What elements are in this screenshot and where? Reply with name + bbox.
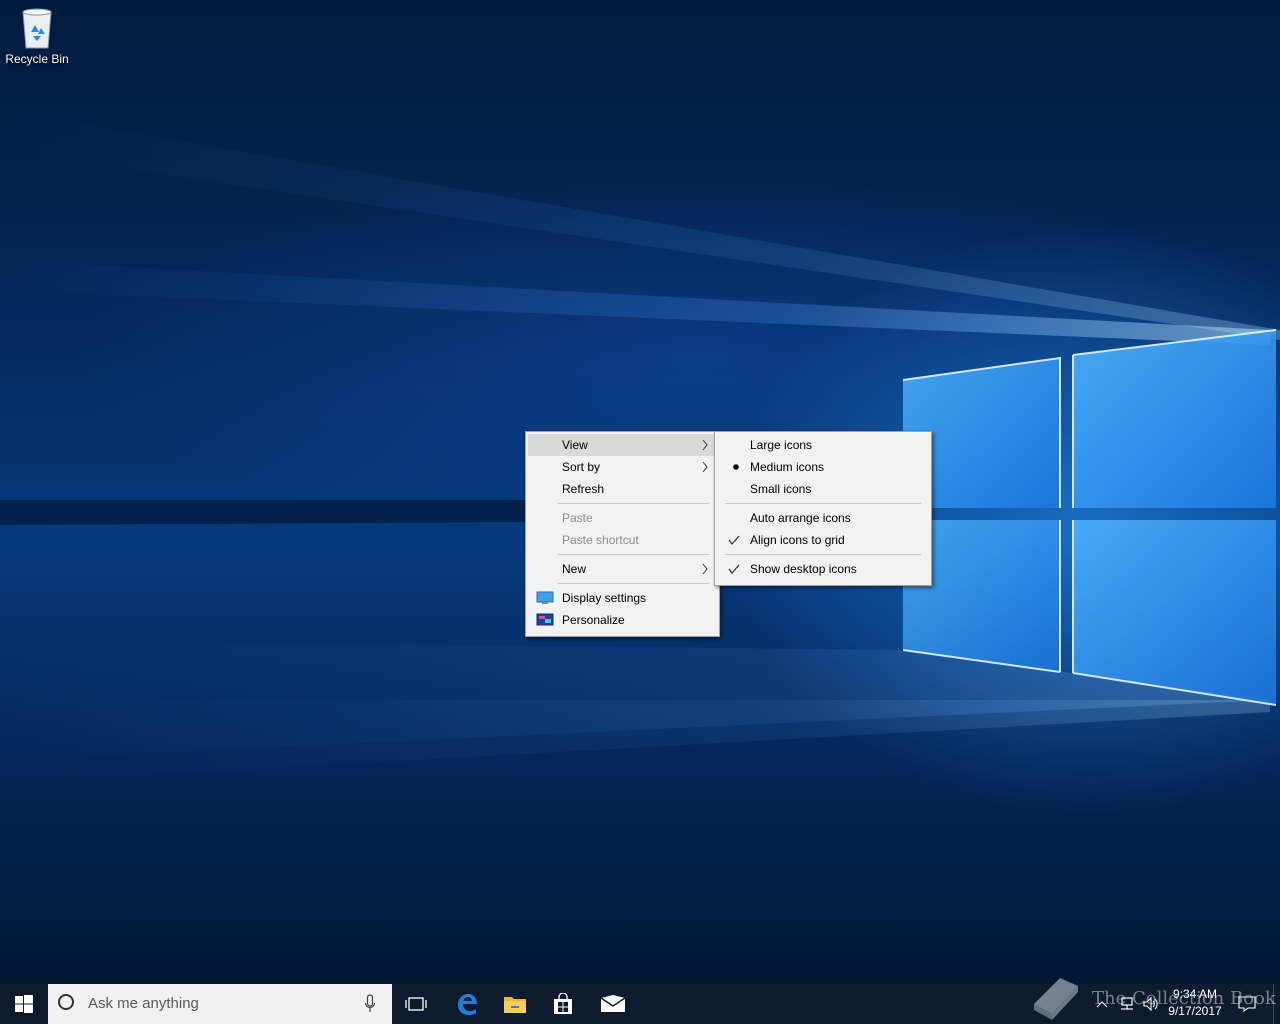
show-hidden-icons-button[interactable] <box>1092 984 1112 1024</box>
menu-item-medium-icons[interactable]: Medium icons <box>717 456 929 478</box>
menu-item-label: Refresh <box>562 482 605 496</box>
menu-separator <box>558 554 709 555</box>
menu-separator <box>558 583 709 584</box>
menu-item-view[interactable]: View <box>528 434 717 456</box>
recycle-bin-icon <box>22 8 52 49</box>
desktop-context-menu: View Sort by Refresh Paste Paste shortcu… <box>525 431 720 637</box>
windows-logo-icon <box>15 995 33 1013</box>
network-icon <box>1121 997 1133 1010</box>
menu-item-label: New <box>562 562 587 576</box>
task-view-button[interactable] <box>392 984 440 1024</box>
menu-item-label: Sort by <box>562 460 601 474</box>
chevron-right-icon <box>702 439 708 451</box>
menu-item-label: Small icons <box>750 482 812 496</box>
menu-item-label: Display settings <box>562 591 647 605</box>
menu-item-label: Align icons to grid <box>750 533 845 547</box>
clock-date: 9/17/2017 <box>1168 1004 1222 1018</box>
menu-item-label: Personalize <box>562 613 625 627</box>
show-desktop-button[interactable] <box>1273 984 1280 1024</box>
mail-taskbar-button[interactable] <box>589 984 637 1024</box>
menu-item-new[interactable]: New <box>528 558 717 580</box>
menu-item-show-desktop-icons[interactable]: Show desktop icons <box>717 558 929 580</box>
personalize-icon <box>536 613 554 626</box>
menu-item-personalize[interactable]: Personalize <box>528 609 717 631</box>
desktop-icon-label: Recycle Bin <box>5 52 69 66</box>
mail-icon <box>600 995 626 1012</box>
taskbar: Ask me anything 9:34 AM 9/17/2017 <box>0 984 1280 1024</box>
menu-separator <box>725 554 921 555</box>
network-tray-button[interactable] <box>1116 984 1138 1024</box>
menu-item-label: Paste <box>562 511 593 525</box>
chevron-right-icon <box>702 461 708 473</box>
menu-item-sort-by[interactable]: Sort by <box>528 456 717 478</box>
checkmark-icon <box>728 535 740 546</box>
menu-separator <box>558 503 709 504</box>
view-submenu: Large icons Medium icons Small icons Aut… <box>714 431 932 586</box>
edge-icon <box>458 994 477 1015</box>
menu-item-paste: Paste <box>528 507 717 529</box>
desktop[interactable]: Recycle Bin View Sort by Refresh Paste P… <box>0 0 1280 984</box>
cortana-search-box[interactable]: Ask me anything <box>48 984 392 1024</box>
search-placeholder: Ask me anything <box>88 995 199 1012</box>
store-taskbar-button[interactable] <box>539 984 587 1024</box>
menu-separator <box>725 503 921 504</box>
menu-item-label: View <box>562 438 588 452</box>
edge-taskbar-button[interactable] <box>443 984 491 1024</box>
display-icon <box>536 591 554 604</box>
chevron-up-icon <box>1096 1001 1108 1008</box>
menu-item-label: Large icons <box>750 438 813 452</box>
radio-bullet-icon <box>733 464 739 470</box>
menu-item-small-icons[interactable]: Small icons <box>717 478 929 500</box>
menu-item-label: Show desktop icons <box>750 562 857 576</box>
menu-item-display-settings[interactable]: Display settings <box>528 587 717 609</box>
task-view-icon <box>405 997 427 1011</box>
chevron-right-icon <box>702 563 708 575</box>
cortana-icon <box>58 994 74 1010</box>
volume-tray-button[interactable] <box>1140 984 1162 1024</box>
action-center-button[interactable] <box>1236 984 1258 1024</box>
taskbar-clock[interactable]: 9:34 AM 9/17/2017 <box>1160 986 1230 1020</box>
checkmark-icon <box>728 564 740 575</box>
menu-item-refresh[interactable]: Refresh <box>528 478 717 500</box>
speaker-icon <box>1143 996 1158 1012</box>
microphone-icon[interactable] <box>364 994 376 1014</box>
menu-item-align-icons-to-grid[interactable]: Align icons to grid <box>717 529 929 551</box>
menu-item-label: Paste shortcut <box>562 533 639 547</box>
menu-item-auto-arrange-icons[interactable]: Auto arrange icons <box>717 507 929 529</box>
clock-time: 9:34 AM <box>1172 987 1218 1001</box>
action-center-icon <box>1238 996 1256 1012</box>
store-icon <box>554 993 572 1014</box>
menu-item-label: Auto arrange icons <box>750 511 851 525</box>
start-button[interactable] <box>0 984 48 1024</box>
file-explorer-icon <box>504 997 526 1013</box>
file-explorer-taskbar-button[interactable] <box>491 984 539 1024</box>
menu-item-label: Medium icons <box>750 460 825 474</box>
desktop-icon-recycle-bin[interactable]: Recycle Bin <box>4 6 70 74</box>
menu-item-paste-shortcut: Paste shortcut <box>528 529 717 551</box>
menu-item-large-icons[interactable]: Large icons <box>717 434 929 456</box>
